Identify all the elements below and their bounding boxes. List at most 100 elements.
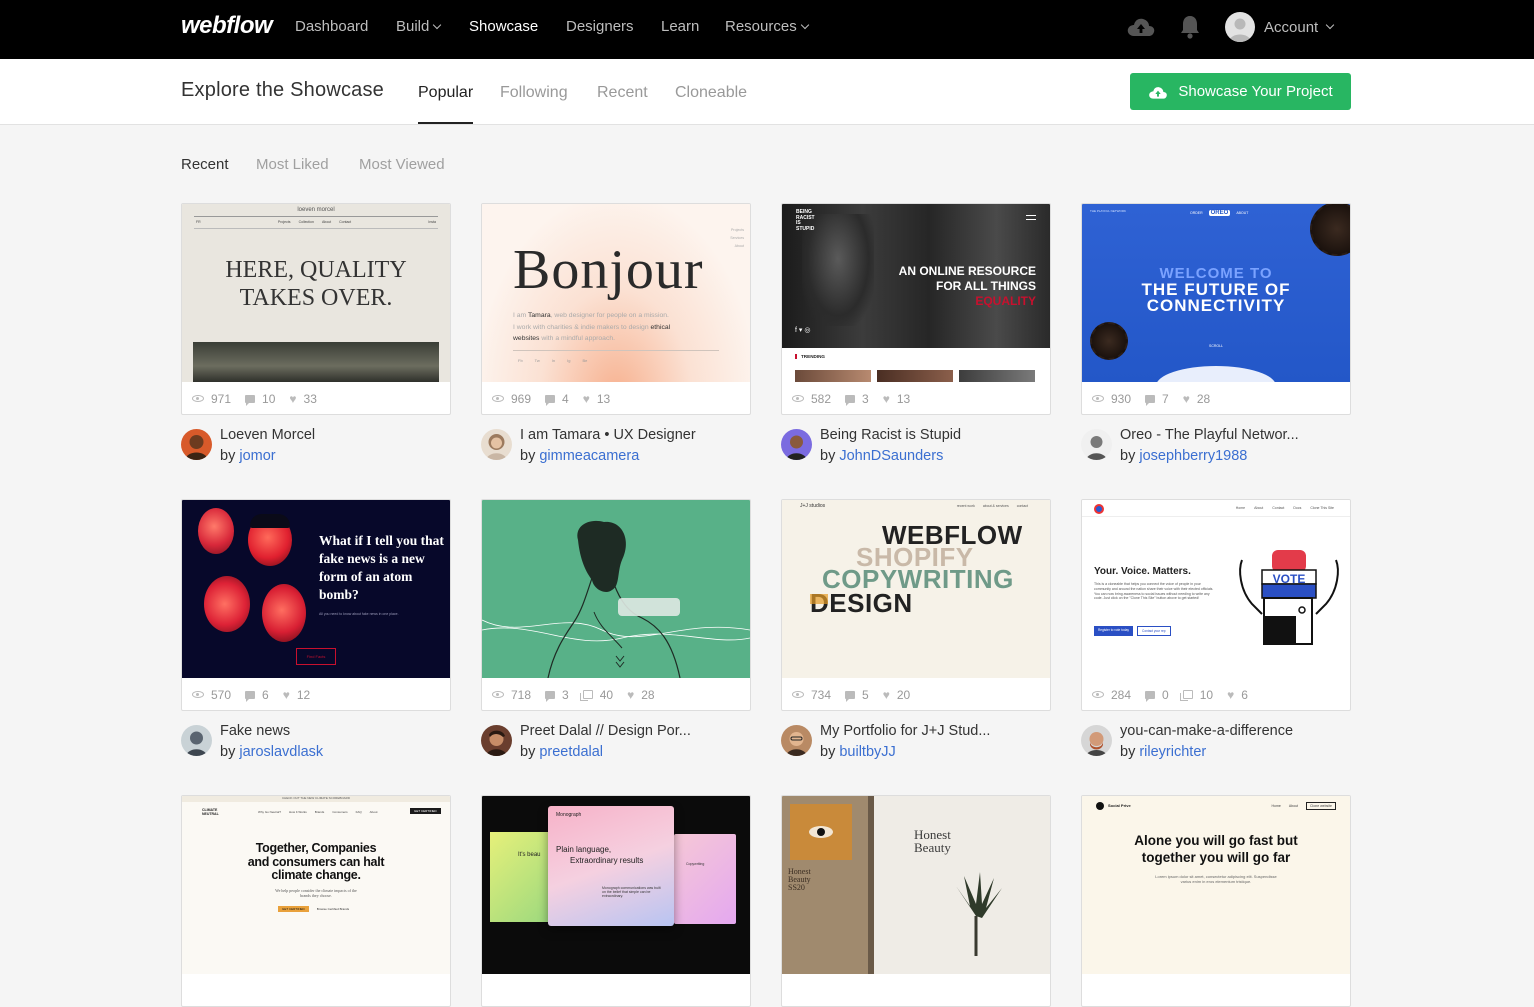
project-title[interactable]: Preet Dalal // Design Por... [520, 723, 691, 739]
author-avatar[interactable] [481, 429, 512, 460]
project-thumbnail-frame[interactable]: 718 3 40 ♥ 28 [481, 499, 751, 711]
project-thumbnail-frame[interactable]: It's beau Copywriting Monograph Plain la… [481, 795, 751, 1007]
author-link[interactable]: builtbyJJ [839, 744, 895, 760]
thumb-nav-item: About [369, 810, 378, 814]
author-link[interactable]: josephberry1988 [1139, 448, 1247, 464]
tab-popular[interactable]: Popular [418, 84, 474, 124]
thumb-button: Browse Certified Brands [316, 907, 350, 911]
eye-image [790, 804, 852, 860]
thumb-corner-text: THE PLAYFUL NETWORK [1090, 209, 1127, 213]
project-stats: 734 5 ♥ 20 [782, 678, 1050, 710]
thumb-sub: We help people consider the climate impa… [275, 888, 357, 898]
project-thumbnail-frame[interactable]: loeven morcel FR Projects Collection About… [181, 203, 451, 415]
author-avatar[interactable] [1081, 725, 1112, 756]
filter-most-viewed[interactable]: Most Viewed [359, 156, 445, 173]
face-image [204, 576, 250, 632]
project-card[interactable]: Honest Beauty SS20 Honest Beauty [781, 795, 1051, 1007]
clones-stat: 10 [1179, 688, 1213, 702]
project-thumbnail-frame[interactable]: J+J studios recent work about & services c… [781, 499, 1051, 711]
vote-illustration [1239, 550, 1339, 645]
author-link[interactable]: JohnDSaunders [839, 448, 943, 464]
project-card[interactable]: CHECK OUT THE NEW CLIMATE SCOREBOARD CLI… [181, 795, 451, 1007]
project-title[interactable]: I am Tamara • UX Designer [520, 427, 696, 443]
author-avatar[interactable] [1081, 429, 1112, 460]
project-card[interactable]: THE PLAYFUL NETWORK ORDER OREO ABOUT WEL… [1081, 203, 1351, 469]
comments-stat: 3 [545, 688, 569, 702]
project-title[interactable]: Fake news [220, 723, 290, 739]
thumb-nav-item: contact [1016, 504, 1028, 508]
project-thumbnail-frame[interactable]: What if I tell you that fake news is a n… [181, 499, 451, 711]
thumb-scroll: SCROLL [1208, 344, 1223, 348]
author-link[interactable]: rileyrichter [1139, 744, 1206, 760]
project-title[interactable]: you-can-make-a-difference [1120, 723, 1293, 739]
nav-resources[interactable]: Resources [725, 18, 809, 35]
project-card[interactable]: Bonjour Projects Services About I am Tamar… [481, 203, 751, 469]
project-card[interactable]: J+J studios recent work about & services c… [781, 499, 1051, 765]
views-count: 718 [511, 687, 532, 702]
tab-recent[interactable]: Recent [597, 84, 648, 124]
project-title[interactable]: Oreo - The Playful Networ... [1120, 427, 1299, 443]
nav-build[interactable]: Build [396, 18, 442, 35]
project-meta: Loeven Morcel by jomor [181, 425, 451, 469]
project-thumbnail-frame[interactable]: Social Prive Home About Clone website Alo… [1081, 795, 1351, 1007]
site-logo [1094, 504, 1104, 514]
project-thumbnail-frame[interactable]: Bonjour Projects Services About I am Tamar… [481, 203, 751, 415]
author-link[interactable]: jaroslavdlask [239, 744, 323, 760]
project-thumbnail-frame[interactable]: Honest Beauty SS20 Honest Beauty [781, 795, 1051, 1007]
nav-dashboard[interactable]: Dashboard [295, 18, 368, 35]
heart-icon: ♥ [1182, 391, 1190, 406]
tab-cloneable[interactable]: Cloneable [675, 84, 747, 124]
nav-learn[interactable]: Learn [661, 18, 699, 35]
author-avatar[interactable] [781, 429, 812, 460]
project-card[interactable]: 718 3 40 ♥ 28 Preet Dalal // Design Por..… [481, 499, 751, 765]
account-menu[interactable]: Account [1225, 12, 1335, 42]
oreo-logo: OREO [1208, 210, 1231, 216]
social-link: Tw [534, 358, 540, 363]
author-avatar[interactable] [781, 725, 812, 756]
thumb-nav-item: How It Works [289, 810, 307, 814]
project-thumbnail-frame[interactable]: CHECK OUT THE NEW CLIMATE SCOREBOARD CLI… [181, 795, 451, 1007]
comments-count: 3 [862, 391, 869, 406]
author-avatar[interactable] [481, 725, 512, 756]
project-card[interactable]: What if I tell you that fake news is a n… [181, 499, 451, 765]
project-card[interactable]: loeven morcel FR Projects Collection About… [181, 203, 451, 469]
cloud-upload-icon[interactable] [1126, 14, 1156, 45]
author-link[interactable]: jomor [239, 448, 275, 464]
project-thumbnail-frame[interactable]: Home About Contact Docs Clone This Site Your… [1081, 499, 1351, 711]
project-card[interactable]: Social Prive Home About Clone website Alo… [1081, 795, 1351, 1007]
nav-label: Resources [725, 18, 797, 35]
webflow-logo[interactable]: webflow [181, 12, 273, 40]
project-thumbnail-frame[interactable]: BEING RACIST IS STUPID AN ONLINE RESOURC… [781, 203, 1051, 415]
project-meta: My Portfolio for J+J Stud... by builtbyJ… [781, 721, 1051, 765]
project-card[interactable]: Home About Contact Docs Clone This Site Your… [1081, 499, 1351, 765]
project-title[interactable]: My Portfolio for J+J Stud... [820, 723, 990, 739]
eye-icon [192, 691, 204, 698]
heart-icon: ♥ [582, 391, 590, 406]
project-title[interactable]: Loeven Morcel [220, 427, 315, 443]
filter-most-liked[interactable]: Most Liked [256, 156, 329, 173]
author-link[interactable]: preetdalal [539, 744, 603, 760]
filter-recent[interactable]: Recent [181, 156, 229, 173]
thumb-nav: Home About Clone website [1272, 802, 1336, 810]
author-avatar[interactable] [181, 725, 212, 756]
project-card[interactable]: BEING RACIST IS STUPID AN ONLINE RESOURC… [781, 203, 1051, 469]
thumb-nav-item: Home [1235, 506, 1246, 510]
project-card[interactable]: It's beau Copywriting Monograph Plain la… [481, 795, 751, 1007]
thumb-headline-line: Alone you will go fast but [1134, 833, 1298, 848]
project-title[interactable]: Being Racist is Stupid [820, 427, 961, 443]
thumb-button: GET CERTIFIED [278, 906, 309, 912]
author-link[interactable]: gimmeacamera [539, 448, 639, 464]
thumb-nav-item: about & services [982, 504, 1009, 508]
showcase-your-project-button[interactable]: Showcase Your Project [1130, 73, 1351, 110]
project-thumbnail: Social Prive Home About Clone website Alo… [1082, 796, 1350, 974]
project-thumbnail-frame[interactable]: THE PLAYFUL NETWORK ORDER OREO ABOUT WEL… [1081, 203, 1351, 415]
bell-icon[interactable] [1179, 14, 1201, 45]
author-avatar[interactable] [181, 429, 212, 460]
social-link: Ig [567, 358, 571, 363]
nav-showcase[interactable]: Showcase [469, 18, 538, 35]
nav-designers[interactable]: Designers [566, 18, 634, 35]
tab-following[interactable]: Following [500, 84, 568, 124]
top-navbar: webflow Dashboard Build Showcase Designe… [0, 0, 1534, 59]
thumb-button: Register to vote today [1094, 626, 1134, 636]
clones-stat: 40 [579, 688, 613, 702]
